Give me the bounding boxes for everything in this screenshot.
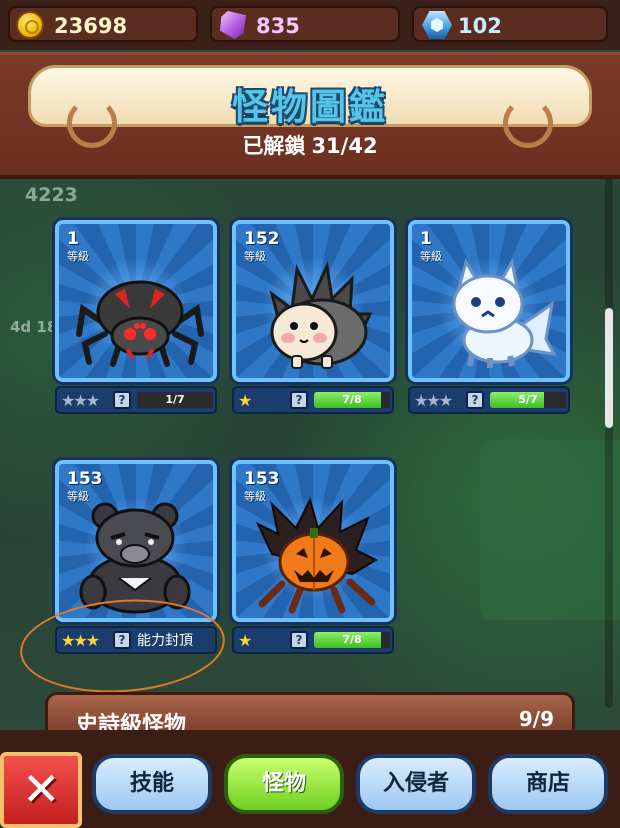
pumpkin-monster-icon [255,497,379,614]
monster-portrait[interactable]: 1 等級 [408,220,570,382]
scrollbar-thumb[interactable] [605,308,613,428]
monster-card-pumpkin[interactable]: 153 等級 ★ ? 7/8 [232,460,394,654]
gold-amount: 23698 [54,14,128,38]
monster-portrait[interactable]: 153 等級 [232,460,394,622]
tab-monsters[interactable]: 怪物 [224,754,344,814]
title-banner: 怪物圖鑑 [28,65,592,148]
monster-card-ice-fox[interactable]: 1 等級 ★★★ ? 5/7 [408,220,570,414]
monster-portrait[interactable]: 152 等級 [232,220,394,382]
bottom-nav: 技能 怪物 入侵者 商店 [0,730,620,828]
currency-bar: 23698 835 102 [0,0,620,50]
star-icon: ★ [238,391,252,410]
gem-counter: 835 [210,6,400,42]
monster-portrait[interactable]: 1 等級 [55,220,217,382]
monster-stats: ★ ? 7/8 [232,386,394,414]
level-value: 153 [67,469,103,489]
blue-crystal-icon [422,11,452,39]
purple-gem-icon [220,11,246,39]
level-value: 152 [244,229,280,249]
close-icon: ✕ [22,762,61,816]
section-count: 9/9 [518,707,554,731]
star-icon: ★★★ [414,391,453,410]
level-value: 1 [67,229,79,249]
card-progress-bar: 7/8 [314,392,390,408]
card-progress-text: 7/8 [342,393,362,406]
background-timer: 4d 18 [10,318,58,336]
bestiary-header: 怪物圖鑑 已解鎖 31/42 [0,52,620,179]
gold-counter: 23698 [8,6,198,42]
scrollbar-track[interactable] [605,178,613,708]
help-icon[interactable]: ? [290,391,308,409]
monster-portrait[interactable]: 153 等級 [55,460,217,622]
tab-invaders[interactable]: 入侵者 [356,754,476,814]
star-rating: ★★★ [414,391,453,410]
monster-stats: ★★★ ? 1/7 [55,386,217,414]
background-building [480,440,620,620]
help-icon[interactable]: ? [113,391,131,409]
card-progress-text: 7/8 [342,633,362,646]
ice-fox-monster-icon [452,257,557,368]
unlock-count: 31/42 [311,134,378,158]
card-progress-text: 5/7 [518,393,538,406]
card-progress-bar: 1/7 [137,392,213,408]
help-icon[interactable]: ? [290,631,308,649]
gold-coin-icon [16,11,44,39]
star-rating: ★★★ [61,391,100,410]
tab-skills[interactable]: 技能 [92,754,212,814]
monster-stats: ★★★ ? 5/7 [408,386,570,414]
crystal-amount: 102 [458,14,502,38]
page-title: 怪物圖鑑 [231,87,388,128]
gem-amount: 835 [256,14,300,38]
tab-shop[interactable]: 商店 [488,754,608,814]
bear-monster-icon [79,502,191,614]
close-button[interactable]: ✕ [0,752,82,828]
level-value: 153 [244,469,280,489]
card-progress-text: 1/7 [165,393,185,406]
card-progress-bar: 5/7 [490,392,566,408]
monster-card-spider[interactable]: 1 等級 ★★★ ? 1/7 [55,220,217,414]
level-value: 1 [420,229,432,249]
unlock-label: 已解鎖 [242,134,306,158]
monster-stats: ★ ? 7/8 [232,626,394,654]
star-icon: ★ [238,631,252,650]
crystal-counter: 102 [412,6,608,42]
spider-monster-icon [76,280,204,367]
unlock-progress: 已解鎖 31/42 [0,130,620,160]
background-score: 4223 [25,184,78,206]
help-icon[interactable]: ? [466,391,484,409]
star-rating: ★ [238,631,252,650]
card-progress-bar: 7/8 [314,632,390,648]
star-icon: ★★★ [61,391,100,410]
monster-card-hedgehog[interactable]: 152 等級 ★ ? 7/8 [232,220,394,414]
star-rating: ★ [238,391,252,410]
hedgehog-monster-icon [269,260,373,369]
